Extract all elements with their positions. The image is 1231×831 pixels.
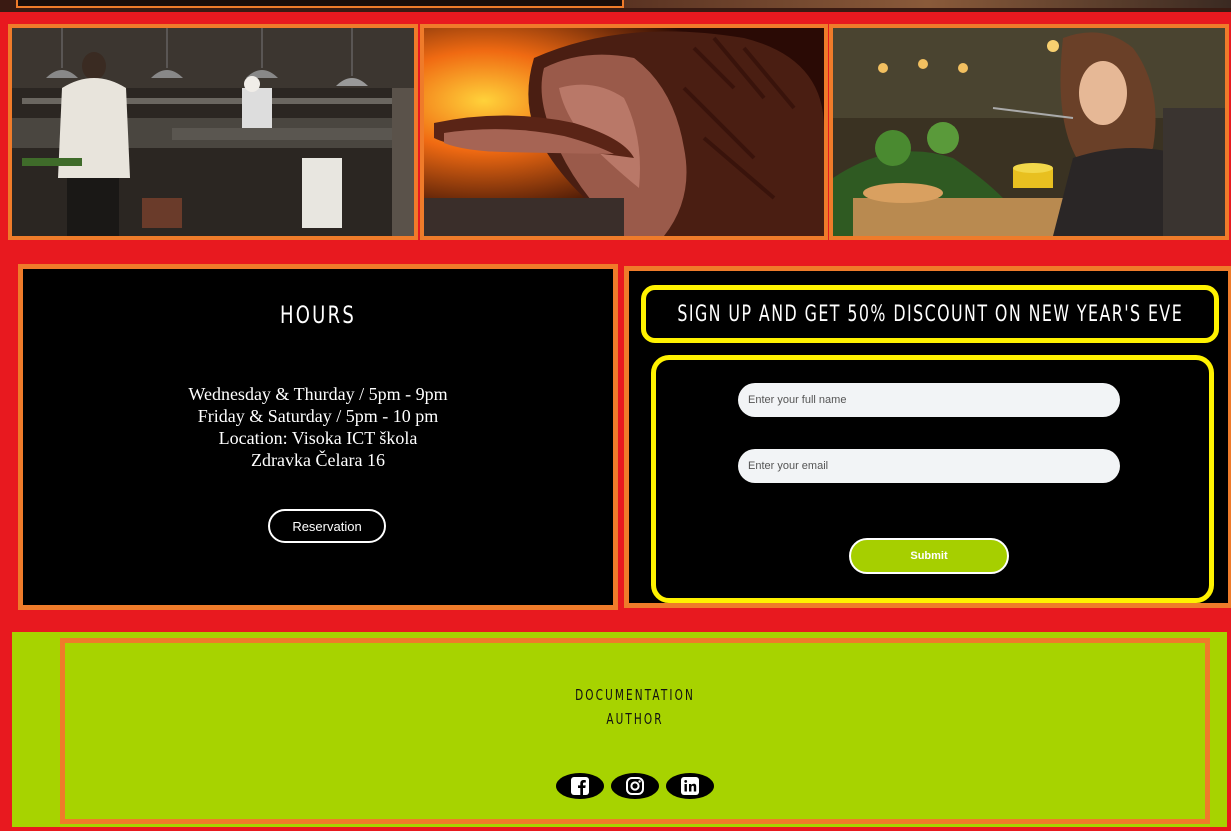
instagram-icon[interactable] [611, 773, 659, 799]
signup-title: SIGN UP AND GET 50% DISCOUNT ON NEW YEAR… [677, 301, 1183, 327]
location-line: Location: Visoka ICT škola [218, 428, 418, 448]
facebook-icon[interactable] [556, 773, 604, 799]
hours-panel: HOURS Wednesday & Thurday / 5pm - 9pm Fr… [18, 264, 618, 610]
reservation-button[interactable]: Reservation [268, 509, 386, 543]
top-strip [0, 0, 1231, 12]
documentation-link[interactable]: DOCUMENTATION [236, 683, 1034, 707]
submit-button[interactable]: Submit [849, 538, 1009, 574]
author-link[interactable]: AUTHOR [236, 707, 1034, 731]
top-strip-image [624, 0, 1231, 8]
signup-title-box: SIGN UP AND GET 50% DISCOUNT ON NEW YEAR… [641, 285, 1219, 343]
signup-panel: SIGN UP AND GET 50% DISCOUNT ON NEW YEAR… [624, 266, 1231, 608]
full-name-input[interactable] [738, 383, 1120, 417]
hours-line: Friday & Saturday / 5pm - 10 pm [197, 406, 439, 426]
hours-info: Wednesday & Thurday / 5pm - 9pm Friday &… [23, 383, 613, 471]
hours-title: HOURS [279, 301, 357, 329]
footer-frame: DOCUMENTATION AUTHOR [60, 638, 1210, 824]
top-strip-frame [16, 0, 624, 8]
email-input[interactable] [738, 449, 1120, 483]
address-line: Zdravka Čelara 16 [251, 450, 385, 470]
info-section: HOURS Wednesday & Thurday / 5pm - 9pm Fr… [8, 258, 1231, 616]
roast-beef-photo [420, 24, 828, 240]
social-links [65, 773, 1205, 799]
dining-woman-photo [829, 24, 1229, 240]
hours-line: Wednesday & Thurday / 5pm - 9pm [188, 384, 448, 404]
footer: DOCUMENTATION AUTHOR [8, 628, 1231, 831]
footer-links: DOCUMENTATION AUTHOR [65, 683, 1205, 731]
signup-form: Submit [651, 355, 1214, 603]
photo-gallery [0, 12, 1231, 250]
linkedin-icon[interactable] [666, 773, 714, 799]
kitchen-photo [8, 24, 418, 240]
